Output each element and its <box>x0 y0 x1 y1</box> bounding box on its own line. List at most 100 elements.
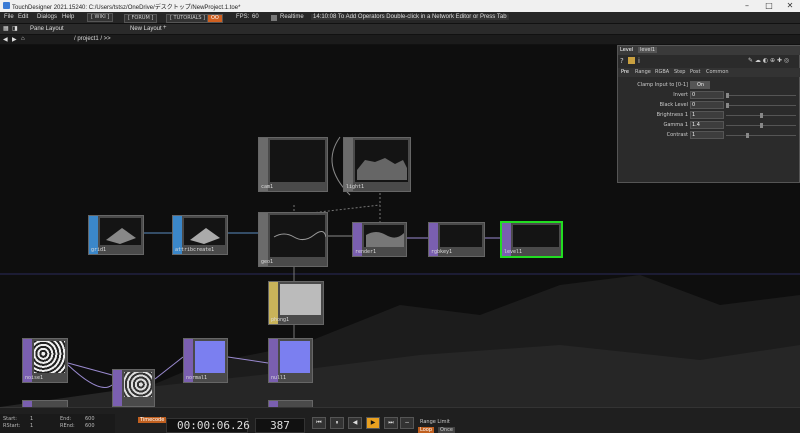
node-light1[interactable]: light1 <box>343 137 411 192</box>
gamma-field[interactable]: 1.4 <box>690 121 724 129</box>
forward-arrow-icon[interactable]: ▶ <box>12 36 17 43</box>
node-partial-bottom[interactable] <box>22 400 68 407</box>
end-value[interactable]: 600 <box>85 416 95 422</box>
close-button[interactable]: ✕ <box>780 0 800 12</box>
contrast-slider[interactable] <box>726 133 796 138</box>
back-arrow-icon[interactable]: ◀ <box>3 36 8 43</box>
minimize-button[interactable]: – <box>737 0 757 12</box>
node-render1[interactable]: render1 <box>352 222 407 257</box>
node-normal1[interactable]: normal1 <box>183 338 228 383</box>
node-unnamed[interactable] <box>112 369 155 407</box>
node-label: level1 <box>504 249 523 255</box>
timecode-display[interactable]: 00:00:06.26 <box>166 418 250 433</box>
node-label: render1 <box>355 249 377 255</box>
pane-layout-tab[interactable]: Pane Layout <box>30 26 64 32</box>
tab-pre[interactable]: Pre <box>621 69 629 75</box>
rewind-icon[interactable]: ⏮ <box>312 417 326 429</box>
pane-grid-icon[interactable]: ▦ <box>3 25 9 32</box>
node-level1[interactable]: level1 <box>500 221 563 258</box>
forum-button[interactable]: [ FORUM ] <box>124 14 158 23</box>
python-icon[interactable] <box>628 57 635 64</box>
step-forward-icon[interactable]: ⏭ <box>384 417 398 429</box>
normal1-preview <box>195 341 225 373</box>
play-icon[interactable]: ▶ <box>366 417 380 429</box>
timecode-toggle[interactable]: Timecode <box>138 417 167 423</box>
clamp-toggle[interactable]: On <box>690 81 710 89</box>
node-null1[interactable]: null1 <box>268 338 313 383</box>
menu-edit[interactable]: Edit <box>18 14 28 20</box>
network-path[interactable]: / project1 / >> <box>74 36 111 42</box>
window-title: TouchDesigner 2021.15240: C:/Users/tstsz… <box>12 5 241 11</box>
level1-preview <box>513 225 559 247</box>
null1-preview <box>280 341 310 373</box>
node-label: geo1 <box>261 259 274 265</box>
node-attribcreate1[interactable]: attribcreate1 <box>172 215 228 255</box>
node-phong1[interactable]: phong1 <box>268 281 324 325</box>
brightness-field[interactable]: 1 <box>690 111 724 119</box>
tab-common[interactable]: Common <box>706 69 729 75</box>
node-noise1[interactable]: noise1 <box>22 338 68 383</box>
realtime-checkbox[interactable] <box>271 15 277 21</box>
node-label: normal1 <box>186 375 208 381</box>
rend-value[interactable]: 600 <box>85 423 95 429</box>
param-op-name[interactable]: level1 <box>638 47 658 53</box>
node-partial-bottom-2[interactable] <box>268 400 313 407</box>
invert-slider[interactable] <box>726 93 796 98</box>
tab-step[interactable]: Step <box>674 69 685 75</box>
wiki-button[interactable]: [ WIKI ] <box>87 13 114 22</box>
once-toggle[interactable]: Once <box>438 427 455 433</box>
range-limit-label: Range Limit <box>420 419 450 425</box>
node-geo1[interactable]: geo1 <box>258 212 328 267</box>
node-grid1[interactable]: grid1 <box>88 215 144 255</box>
node-label: cam1 <box>261 184 274 190</box>
contrast-field[interactable]: 1 <box>690 131 724 139</box>
rstart-label: RStart: <box>3 423 21 429</box>
status-hint: 14:10:08 To Add Operators Double-click i… <box>311 14 509 20</box>
param-label: Black Level <box>659 102 688 108</box>
gamma-slider[interactable] <box>726 123 796 128</box>
param-gamma-row: Gamma 1 1.4 <box>618 121 800 130</box>
frame-display[interactable]: 387 <box>255 418 305 433</box>
node-label: grid1 <box>91 247 107 253</box>
invert-field[interactable]: 0 <box>690 91 724 99</box>
fps-value: 60 <box>252 14 259 20</box>
unnamed-preview <box>124 372 152 397</box>
geo1-preview <box>270 215 327 257</box>
tab-rgba[interactable]: RGBA <box>655 69 669 75</box>
param-toolbar-icons[interactable]: ✎ ☁ ◐ ⊕ ✚ ◎ <box>748 57 789 64</box>
rend-label: REnd: <box>60 423 75 429</box>
attribcreate1-preview <box>184 218 225 245</box>
rstart-value[interactable]: 1 <box>30 423 33 429</box>
phong1-preview <box>280 284 321 315</box>
node-rgbkey1[interactable]: rgbkey1 <box>428 222 485 257</box>
step-back-icon[interactable]: ⏸ <box>330 417 344 429</box>
node-cam1[interactable]: cam1 <box>258 137 328 192</box>
new-layout-tab[interactable]: New Layout <box>130 26 162 32</box>
node-label: rgbkey1 <box>431 249 453 255</box>
zoom-out-icon[interactable]: − <box>400 417 414 429</box>
start-value[interactable]: 1 <box>30 416 33 422</box>
pane-split-icon[interactable]: ◨ <box>12 25 18 32</box>
home-icon[interactable]: ⌂ <box>21 36 25 42</box>
play-reverse-icon[interactable]: ◀ <box>348 417 362 429</box>
param-label: Clamp Input to [0-1] <box>637 82 688 88</box>
oo-button[interactable]: OO <box>207 14 223 23</box>
loop-toggle[interactable]: Loop <box>418 427 434 433</box>
node-label: noise1 <box>25 375 44 381</box>
noise1-preview <box>34 341 65 373</box>
maximize-button[interactable]: □ <box>759 0 779 12</box>
menu-file[interactable]: File <box>4 14 14 20</box>
black-level-field[interactable]: 0 <box>690 101 724 109</box>
tab-post[interactable]: Post <box>690 69 700 75</box>
menu-dialogs[interactable]: Dialogs <box>37 14 57 20</box>
help-icon[interactable]: ? <box>620 57 624 65</box>
tutorials-button[interactable]: [ TUTORIALS ] <box>166 14 210 23</box>
menu-help[interactable]: Help <box>62 14 74 20</box>
black-level-slider[interactable] <box>726 103 796 108</box>
end-label: End: <box>60 416 72 422</box>
brightness-slider[interactable] <box>726 113 796 118</box>
start-label: Start: <box>3 416 17 422</box>
tab-range[interactable]: Range <box>635 69 651 75</box>
info-icon[interactable]: i <box>638 57 640 65</box>
add-tab-icon[interactable]: + <box>163 25 167 31</box>
